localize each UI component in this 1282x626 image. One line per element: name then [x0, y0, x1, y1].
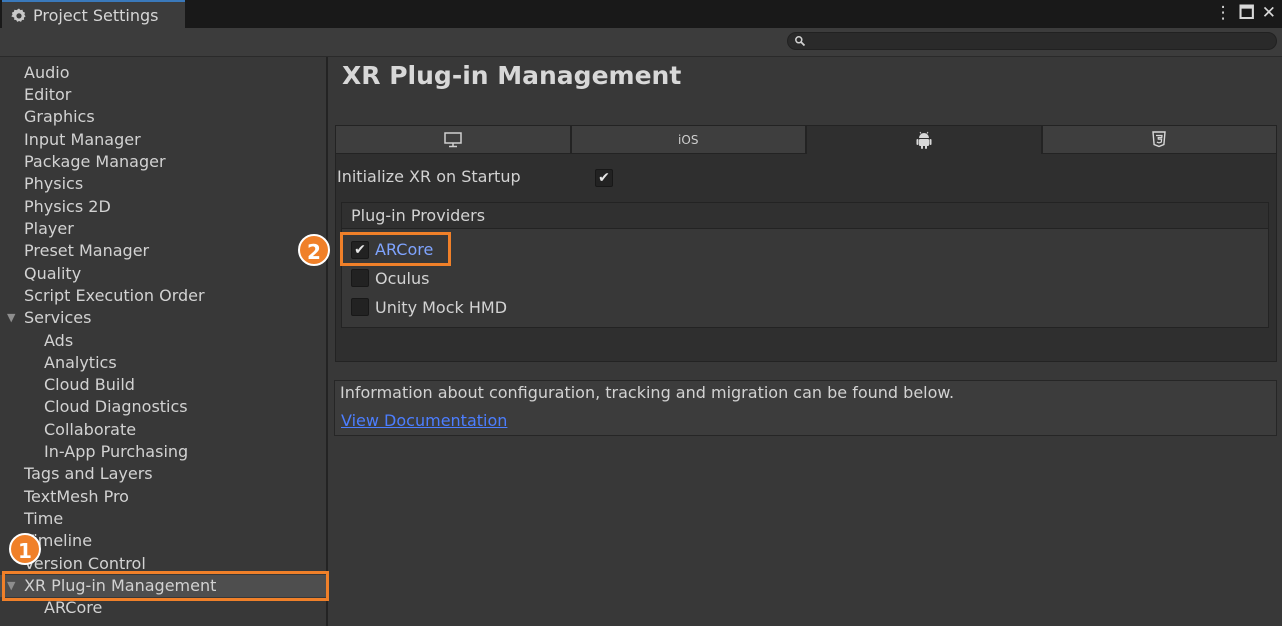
provider-oculus-label: Oculus [375, 269, 430, 288]
more-icon[interactable]: ⋮ [1215, 3, 1232, 23]
sidebar-item-label: In-App Purchasing [44, 442, 189, 461]
tab-android[interactable] [806, 125, 1042, 154]
tab-ios-label: iOS [678, 132, 699, 147]
sidebar-item-label: Player [24, 219, 74, 238]
settings-main: XR Plug-in Management iOS Initialize XR … [330, 57, 1282, 626]
sidebar-item-label: Package Manager [24, 152, 166, 171]
window-controls: ⋮ 🗖 ✕ [1215, 3, 1276, 23]
sidebar-item-services[interactable]: ▼ Services [0, 307, 326, 329]
sidebar-item-label: Input Manager [24, 130, 141, 149]
sidebar-item-script-execution-order[interactable]: Script Execution Order [0, 285, 326, 307]
sidebar-item-label: Script Execution Order [24, 286, 205, 305]
window-titlebar [0, 0, 1282, 28]
sidebar-item-label: Time [24, 509, 64, 528]
platform-tabs: iOS [335, 125, 1277, 154]
sidebar-item-label: Tags and Layers [24, 464, 153, 483]
checkmark-icon: ✔ [598, 170, 610, 186]
sidebar-item-quality[interactable]: Quality [0, 263, 326, 285]
settings-sidebar: Audio Editor Graphics Input Manager Pack… [0, 57, 328, 626]
sidebar-item-label: Services [24, 308, 92, 327]
android-icon [916, 131, 932, 149]
info-box: Information about configuration, trackin… [334, 380, 1277, 436]
sidebar-item-preset-manager[interactable]: Preset Manager [0, 240, 326, 262]
sidebar-item-physics-2d[interactable]: Physics 2D [0, 196, 326, 218]
tab-standalone[interactable] [335, 125, 571, 154]
sidebar-item-input-manager[interactable]: Input Manager [0, 129, 326, 151]
sidebar-item-physics[interactable]: Physics [0, 173, 326, 195]
init-xr-checkbox[interactable]: ✔ [595, 169, 613, 187]
sidebar-item-collaborate[interactable]: Collaborate [0, 419, 326, 441]
sidebar-item-label: TextMesh Pro [24, 487, 129, 506]
sidebar-item-tags-and-layers[interactable]: Tags and Layers [0, 463, 326, 485]
view-documentation-link[interactable]: View Documentation [341, 411, 507, 430]
sidebar-item-ads[interactable]: Ads [0, 330, 326, 352]
sidebar-item-label: Physics [24, 174, 84, 193]
maximize-icon[interactable]: 🗖 [1239, 3, 1255, 23]
plugin-providers-header: Plug-in Providers [342, 203, 1268, 229]
init-xr-label: Initialize XR on Startup [337, 167, 521, 186]
info-text: Information about configuration, trackin… [340, 383, 955, 402]
search-icon [795, 36, 806, 47]
unity-mock-hmd-checkbox[interactable] [351, 298, 369, 316]
sidebar-item-label: Preset Manager [24, 241, 150, 260]
oculus-checkbox[interactable] [351, 269, 369, 287]
sidebar-item-label: Editor [24, 85, 72, 104]
desktop-icon [444, 131, 462, 147]
page-title: XR Plug-in Management [342, 61, 682, 90]
sidebar-item-package-manager[interactable]: Package Manager [0, 151, 326, 173]
sidebar-item-label: Collaborate [44, 420, 137, 439]
search-input[interactable] [787, 32, 1277, 50]
tab-title: Project Settings [33, 6, 159, 25]
sidebar-item-time[interactable]: Time [0, 508, 326, 530]
sidebar-item-label: Quality [24, 264, 82, 283]
sidebar-item-label: Ads [44, 331, 74, 350]
highlight-frame [2, 571, 329, 601]
highlight-frame [340, 232, 451, 266]
tab-project-settings[interactable]: Project Settings [2, 0, 185, 29]
sidebar-item-cloud-diagnostics[interactable]: Cloud Diagnostics [0, 396, 326, 418]
sidebar-item-label: Physics 2D [24, 197, 111, 216]
sidebar-item-label: Audio [24, 63, 70, 82]
sidebar-item-graphics[interactable]: Graphics [0, 106, 326, 128]
close-icon[interactable]: ✕ [1262, 3, 1276, 23]
sidebar-item-timeline[interactable]: Timeline [0, 530, 326, 552]
gear-icon [11, 8, 26, 22]
sidebar-item-label: Cloud Build [44, 375, 135, 394]
sidebar-item-cloud-build[interactable]: Cloud Build [0, 374, 326, 396]
tab-webgl[interactable] [1041, 125, 1277, 154]
callout-badge-2: 2 [298, 234, 330, 266]
tab-ios[interactable]: iOS [570, 125, 806, 154]
sidebar-item-in-app-purchasing[interactable]: In-App Purchasing [0, 441, 326, 463]
provider-mock-hmd-label: Unity Mock HMD [375, 298, 508, 317]
html5-icon [1152, 131, 1167, 148]
sidebar-item-editor[interactable]: Editor [0, 84, 326, 106]
sidebar-item-player[interactable]: Player [0, 218, 326, 240]
sidebar-item-label: Analytics [44, 353, 117, 372]
sidebar-item-label: Graphics [24, 107, 95, 126]
sidebar-item-label: Cloud Diagnostics [44, 397, 188, 416]
sidebar-item-textmesh-pro[interactable]: TextMesh Pro [0, 486, 326, 508]
sidebar-item-analytics[interactable]: Analytics [0, 352, 326, 374]
expand-arrow-icon[interactable]: ▼ [7, 307, 15, 329]
sidebar-item-audio[interactable]: Audio [0, 62, 326, 84]
callout-badge-1: 1 [9, 533, 41, 565]
